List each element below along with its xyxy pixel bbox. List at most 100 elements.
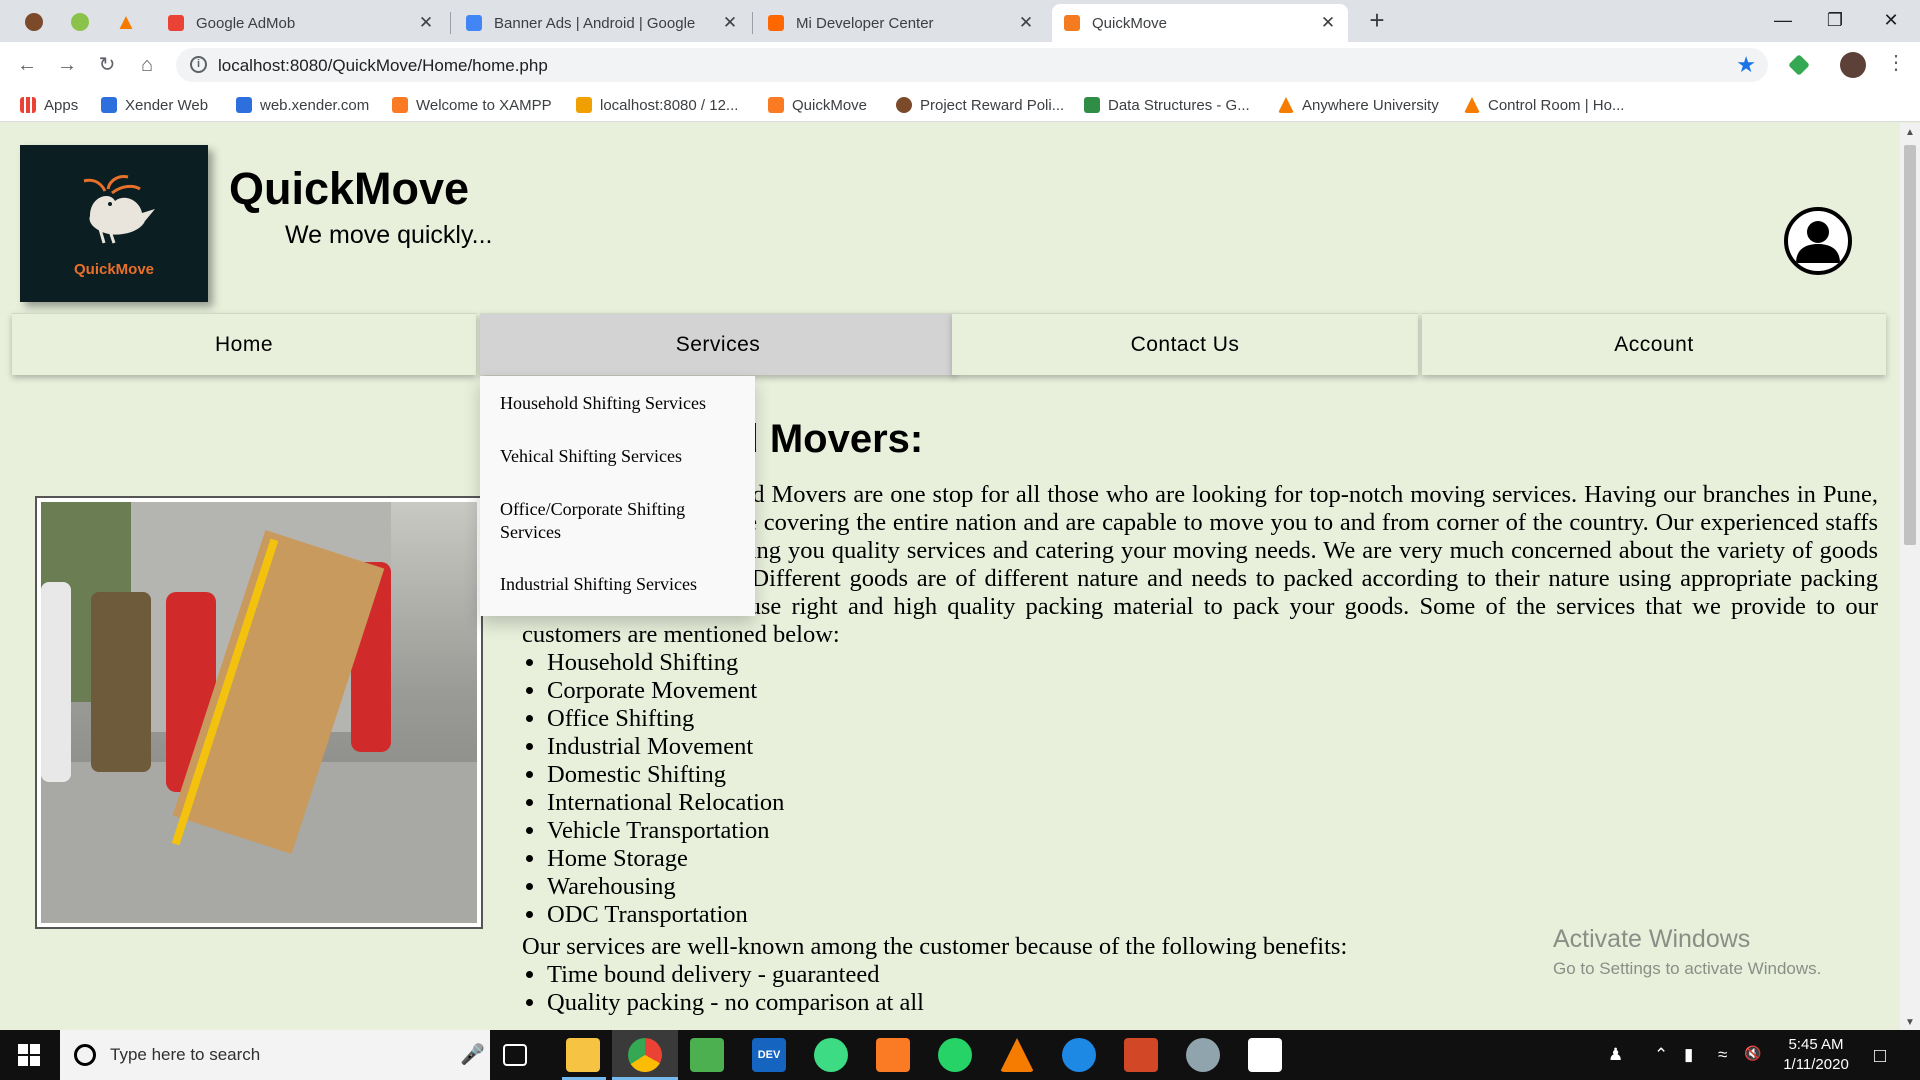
pinned-tab-3[interactable]: ▲	[106, 6, 146, 38]
home-button[interactable]: ⌂	[132, 50, 162, 80]
site-logo[interactable]: QuickMove	[20, 145, 208, 302]
scroll-thumb[interactable]	[1904, 145, 1916, 545]
anywhere-icon	[1464, 97, 1480, 113]
anywhere-icon: ▲	[115, 9, 137, 34]
user-account-icon[interactable]	[1784, 207, 1852, 275]
tab-mi-developer[interactable]: Mi Developer Center ✕	[756, 4, 1046, 42]
bookmark-xender-web[interactable]: Xender Web	[101, 94, 208, 116]
battery-icon[interactable]: ▮	[1684, 1045, 1693, 1065]
nav-account[interactable]: Account	[1422, 313, 1886, 375]
bookmark-control-room[interactable]: Control Room | Ho...	[1464, 94, 1624, 116]
close-icon[interactable]: ✕	[1018, 13, 1034, 33]
clock-date: 1/11/2020	[1783, 1056, 1849, 1073]
dropdown-item-vehical[interactable]: Vehical Shifting Services	[500, 445, 740, 468]
powerpoint-icon[interactable]	[1124, 1038, 1158, 1072]
dropdown-item-office[interactable]: Office/Corporate Shifting Services	[500, 498, 740, 544]
anywhere-icon[interactable]	[1000, 1038, 1034, 1072]
photos-icon[interactable]	[1248, 1038, 1282, 1072]
file-explorer-icon[interactable]	[566, 1038, 600, 1072]
bookmark-data-structures[interactable]: Data Structures - G...	[1084, 94, 1250, 116]
close-icon[interactable]: ✕	[1320, 13, 1336, 33]
minimize-button[interactable]: —	[1754, 0, 1812, 40]
paint-icon[interactable]	[1186, 1038, 1220, 1072]
bookmark-project-reward[interactable]: Project Reward Poli...	[896, 94, 1064, 116]
bookmark-apps[interactable]: Apps	[20, 94, 78, 116]
bookmark-quickmove[interactable]: QuickMove	[768, 94, 867, 116]
tab-title: Banner Ads | Android | Google	[494, 14, 696, 32]
services-dropdown: Household Shifting Services Vehical Shif…	[480, 376, 755, 616]
bookmark-label: Apps	[44, 96, 79, 114]
maximize-button[interactable]: ❐	[1806, 0, 1864, 40]
tab-google-admob[interactable]: Google AdMob ✕	[156, 4, 446, 42]
services-list: Household Shifting Corporate Movement Of…	[547, 649, 1878, 929]
tab-title: Google AdMob	[196, 14, 296, 32]
microphone-icon[interactable]: 🎤	[460, 1042, 485, 1067]
chevron-up-icon[interactable]: ⌃	[1654, 1045, 1668, 1065]
image-editor-icon[interactable]	[690, 1038, 724, 1072]
bookmark-xampp[interactable]: Welcome to XAMPP	[392, 94, 552, 116]
reload-button[interactable]: ↻	[92, 50, 122, 80]
site-tagline: We move quickly...	[285, 221, 493, 249]
bookmark-label: Welcome to XAMPP	[416, 96, 552, 114]
url-text[interactable]: localhost:8080/QuickMove/Home/home.php	[218, 56, 548, 76]
bookmark-label: QuickMove	[792, 96, 868, 114]
info-icon[interactable]: i	[190, 56, 207, 73]
apps-grid-icon	[20, 97, 36, 113]
project-icon	[896, 97, 912, 113]
bookmark-anywhere-university[interactable]: Anywhere University	[1278, 94, 1439, 116]
pinned-tab-1[interactable]	[14, 6, 54, 38]
close-icon[interactable]: ✕	[722, 13, 738, 33]
logo-text: QuickMove	[73, 261, 155, 278]
xampp-icon	[1064, 15, 1080, 31]
extension-icon[interactable]	[1788, 54, 1810, 76]
windows-start-icon[interactable]	[18, 1044, 40, 1066]
nav-services[interactable]: Services	[480, 313, 956, 375]
sync-icon[interactable]	[1062, 1038, 1096, 1072]
notification-icon[interactable]: □	[1874, 1045, 1886, 1068]
bookmarks-bar: Apps Xender Web web.xender.com Welcome t…	[0, 88, 1920, 122]
nav-contact-us[interactable]: Contact Us	[952, 313, 1418, 375]
people-icon[interactable]: ♟	[1608, 1045, 1623, 1065]
tab-quickmove[interactable]: QuickMove ✕	[1052, 4, 1348, 42]
scroll-up-arrow-icon[interactable]: ▲	[1905, 127, 1915, 138]
tab-divider	[450, 12, 451, 34]
tab-title: QuickMove	[1092, 14, 1168, 32]
task-view-icon[interactable]	[503, 1044, 527, 1066]
tab-banner-ads[interactable]: Banner Ads | Android | Google ✕	[454, 4, 750, 42]
dev-cpp-icon[interactable]: DEV	[752, 1038, 786, 1072]
taskbar-clock[interactable]: 5:45 AM 1/11/2020	[1770, 1035, 1862, 1075]
pinned-tab-2[interactable]	[60, 6, 100, 38]
profile-avatar[interactable]	[1840, 52, 1866, 78]
tab-divider	[752, 12, 753, 34]
browser-menu-icon[interactable]: ⋮	[1886, 50, 1906, 75]
close-icon[interactable]: ✕	[418, 13, 434, 33]
forward-button[interactable]: →	[52, 50, 82, 80]
chrome-icon[interactable]	[628, 1038, 662, 1072]
bookmark-phpmyadmin[interactable]: localhost:8080 / 12...	[576, 94, 738, 116]
window-close-button[interactable]: ✕	[1862, 0, 1920, 40]
geeksforgeeks-icon	[1084, 97, 1100, 113]
list-item: Vehicle Transportation	[547, 817, 1878, 845]
windows-taskbar: Type here to search 🎤 DEV ♟ ⌃ ▮ ≈ 🔇 5:45…	[0, 1030, 1920, 1080]
back-button[interactable]: ←	[12, 50, 42, 80]
address-bar[interactable]: i localhost:8080/QuickMove/Home/home.php…	[176, 48, 1768, 82]
bookmark-star-icon[interactable]: ★	[1736, 52, 1756, 78]
search-placeholder: Type here to search	[110, 1045, 261, 1064]
dropdown-item-industrial[interactable]: Industrial Shifting Services	[500, 573, 740, 596]
bookmark-label: Control Room | Ho...	[1488, 96, 1625, 114]
xampp-icon[interactable]	[876, 1038, 910, 1072]
wifi-icon[interactable]: ≈	[1718, 1045, 1727, 1065]
pigeon-logo-icon	[83, 175, 155, 244]
list-item: Office Shifting	[547, 705, 1878, 733]
whatsapp-icon[interactable]	[938, 1038, 972, 1072]
dropdown-item-household[interactable]: Household Shifting Services	[500, 392, 740, 415]
mi-icon	[768, 15, 784, 31]
bookmark-xender-com[interactable]: web.xender.com	[236, 94, 369, 116]
new-tab-button[interactable]: +	[1362, 6, 1392, 36]
taskbar-search[interactable]: Type here to search 🎤	[60, 1030, 490, 1080]
volume-muted-icon[interactable]: 🔇	[1744, 1045, 1761, 1062]
page-scrollbar[interactable]: ▲ ▼	[1900, 123, 1920, 1030]
android-studio-icon[interactable]	[814, 1038, 848, 1072]
scroll-down-arrow-icon[interactable]: ▼	[1905, 1017, 1915, 1028]
nav-home[interactable]: Home	[12, 313, 476, 375]
